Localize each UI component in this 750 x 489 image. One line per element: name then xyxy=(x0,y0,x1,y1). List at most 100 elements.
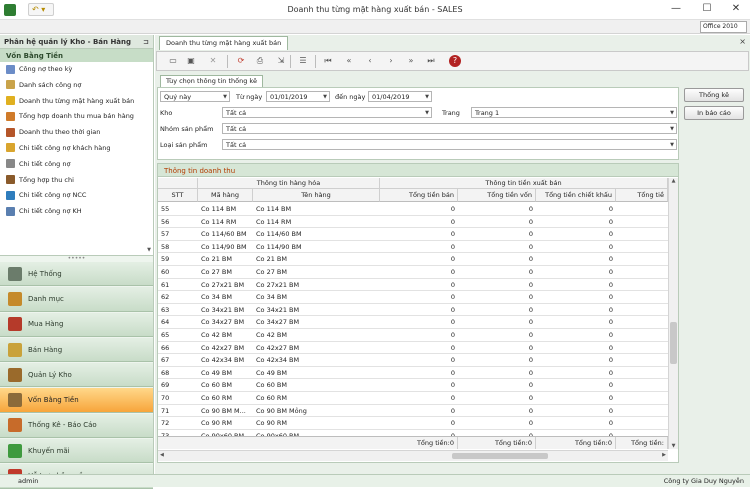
table-row[interactable]: 62 Co 34 BM Co 34 BM 0 0 0 xyxy=(158,291,668,304)
refresh-icon[interactable]: ⟳ xyxy=(235,55,247,67)
nav-promo[interactable]: Khuyến mãi xyxy=(0,439,153,464)
column-header[interactable]: Tổng tiền bán xyxy=(380,189,458,202)
report-list-item[interactable]: Chi tiết công nợ xyxy=(0,157,153,173)
nav-coins[interactable]: Vốn Bằng Tiền xyxy=(0,388,153,413)
table-row[interactable]: 59 Co 21 BM Co 21 BM 0 0 0 xyxy=(158,253,668,266)
table-cell: 0 xyxy=(450,419,455,428)
footer-total: Tổng tiền: xyxy=(616,437,668,449)
from-date-input[interactable]: 01/01/2019 ▼ xyxy=(266,91,330,102)
product-group-select[interactable]: Tất cả ▼ xyxy=(222,123,677,134)
prev-icon[interactable]: ‹ xyxy=(364,55,376,67)
list-icon[interactable]: ☰ xyxy=(297,55,309,67)
column-header[interactable]: Tổng tiền chiết khấu xyxy=(536,189,616,202)
report-list-item[interactable]: Công nợ theo kỳ xyxy=(0,62,153,78)
report-list-item[interactable]: Danh sách công nợ xyxy=(0,78,153,94)
print-report-button[interactable]: In báo cáo xyxy=(684,106,744,120)
filter-tab[interactable]: Tùy chọn thông tin thống kê xyxy=(160,75,263,87)
stats-button[interactable]: Thống kê xyxy=(684,88,744,102)
table-row[interactable]: 70 Co 60 RM Co 60 RM 0 0 0 xyxy=(158,392,668,405)
period-select[interactable]: Quý này ▼ xyxy=(160,91,230,102)
close-button[interactable]: ✕ xyxy=(722,2,750,17)
scroll-left-icon[interactable]: ◀ xyxy=(160,452,164,458)
grid-rows[interactable]: 55 Co 114 BM Co 114 BM 0 0 0 56 Co 114 RM Co 114… xyxy=(158,203,668,436)
list-scroll-down-icon[interactable]: ▼ xyxy=(147,247,151,253)
vertical-scroll-thumb[interactable] xyxy=(670,322,677,364)
table-row[interactable]: 66 Co 42x27 BM Co 42x27 BM 0 0 0 xyxy=(158,342,668,355)
close-tab-icon[interactable]: × xyxy=(739,37,746,46)
section-title: Vốn Bằng Tiền xyxy=(0,49,153,62)
nav-warehouse[interactable]: Quản Lý Kho xyxy=(0,363,153,388)
toolbar: ▭ ▣ ✕ ⟳ ⎙ ⇲ ☰ ⏮ « ‹ › » ⏭? xyxy=(156,51,749,71)
horizontal-scrollbar[interactable]: ◀ ▶ xyxy=(158,450,668,461)
report-list-item[interactable]: Chi tiết công nợ NCC xyxy=(0,188,153,204)
table-cell: Co 34x21 BM xyxy=(256,305,300,314)
table-row[interactable]: 67 Co 42x34 BM Co 42x34 BM 0 0 0 xyxy=(158,354,668,367)
column-header[interactable]: STT xyxy=(158,189,198,202)
table-row[interactable]: 56 Co 114 RM Co 114 RM 0 0 0 xyxy=(158,216,668,229)
scroll-up-icon[interactable]: ▲ xyxy=(669,178,678,184)
table-cell: Co 114 BM xyxy=(256,205,292,213)
minimize-button[interactable]: — xyxy=(662,2,690,17)
column-header[interactable]: Tên hàng xyxy=(253,189,380,202)
report-list-item[interactable]: Tổng hợp doanh thu mua bán hàng xyxy=(0,109,153,125)
maximize-button[interactable]: ☐ xyxy=(693,2,721,17)
table-row[interactable]: 60 Co 27 BM Co 27 BM 0 0 0 xyxy=(158,266,668,279)
table-row[interactable]: 64 Co 34x27 BM Co 34x27 BM 0 0 0 xyxy=(158,316,668,329)
revenue-grid-panel: Thông tin doanh thu Thông tin hàng hóa T… xyxy=(157,163,679,463)
save-icon[interactable]: ▣ xyxy=(185,55,197,67)
nav-hand-money[interactable]: Bán Hàng xyxy=(0,337,153,363)
product-type-select[interactable]: Tất cả ▼ xyxy=(222,139,677,150)
table-row[interactable]: 55 Co 114 BM Co 114 BM 0 0 0 xyxy=(158,203,668,216)
new-icon[interactable]: ▭ xyxy=(167,55,179,67)
table-row[interactable]: 69 Co 60 BM Co 60 BM 0 0 0 xyxy=(158,379,668,392)
table-row[interactable]: 58 Co 114/90 BM Co 114/90 BM 0 0 0 xyxy=(158,241,668,254)
table-cell: Co 34x27 BM xyxy=(256,318,300,327)
table-cell: 0 xyxy=(608,368,613,377)
vertical-scrollbar[interactable]: ▲ ▼ xyxy=(668,178,678,449)
help-icon[interactable]: ? xyxy=(449,55,461,67)
report-list-item[interactable]: Chi tiết công nợ KH xyxy=(0,204,153,220)
table-row[interactable]: 61 Co 27x21 BM Co 27x21 BM 0 0 0 xyxy=(158,279,668,292)
table-row[interactable]: 63 Co 34x21 BM Co 34x21 BM 0 0 0 xyxy=(158,304,668,317)
column-header[interactable]: Tổng tiền vốn xyxy=(458,189,536,202)
delete-icon[interactable]: ✕ xyxy=(207,55,219,67)
theme-selector[interactable]: Office 2010 xyxy=(700,21,747,33)
table-cell: Co 27x21 BM xyxy=(256,280,300,289)
scroll-down-icon[interactable]: ▼ xyxy=(669,443,678,449)
column-header[interactable]: Mã hàng xyxy=(198,189,253,202)
nav-label: Danh mục xyxy=(28,294,64,303)
nav-tools[interactable]: Hệ Thống xyxy=(0,262,153,287)
prev-page-icon[interactable]: « xyxy=(343,55,355,67)
table-row[interactable]: 68 Co 49 BM Co 49 BM 0 0 0 xyxy=(158,367,668,380)
nav-report[interactable]: Thống Kê - Báo Cáo xyxy=(0,413,153,439)
horizontal-scroll-thumb[interactable] xyxy=(452,453,548,459)
table-row[interactable]: 57 Co 114/60 BM Co 114/60 BM 0 0 0 xyxy=(158,228,668,241)
table-row[interactable]: 71 Co 90 BM M... Co 90 BM Mỏng 0 0 0 xyxy=(158,405,668,418)
nav-cart[interactable]: Mua Hàng xyxy=(0,312,153,337)
export-icon[interactable]: ⇲ xyxy=(275,55,287,67)
first-icon[interactable]: ⏮ xyxy=(322,55,334,67)
promo-icon xyxy=(8,443,22,458)
table-row[interactable]: 65 Co 42 BM Co 42 BM 0 0 0 xyxy=(158,329,668,342)
next-icon[interactable]: › xyxy=(385,55,397,67)
column-header[interactable]: Tổng tiề xyxy=(616,189,668,202)
table-cell: Co 27 BM xyxy=(201,268,232,276)
pencil-icon xyxy=(6,143,15,153)
report-list-item[interactable]: Chi tiết công nợ khách hàng xyxy=(0,141,153,157)
warehouse-select[interactable]: Tất cả ▼ xyxy=(222,107,432,118)
table-cell: 0 xyxy=(608,268,613,276)
last-icon[interactable]: ⏭ xyxy=(425,55,437,67)
report-list-item[interactable]: Tổng hợp thu chi xyxy=(0,173,153,189)
document-tab[interactable]: Doanh thu từng mặt hàng xuất bán xyxy=(159,36,289,50)
report-list-item[interactable]: Doanh thu từng mặt hàng xuất bán xyxy=(0,93,153,110)
page-select[interactable]: Trang 1 ▼ xyxy=(471,107,677,118)
to-date-input[interactable]: 01/04/2019 ▼ xyxy=(368,91,432,102)
report-list-item[interactable]: Doanh thu theo thời gian xyxy=(0,125,153,141)
panel-title: Phân hệ quản lý Kho - Bán Hàng xyxy=(4,38,132,46)
scroll-right-icon[interactable]: ▶ xyxy=(662,452,666,458)
print-icon[interactable]: ⎙ xyxy=(254,55,266,67)
pin-icon[interactable]: ⊐ xyxy=(143,38,149,46)
next-page-icon[interactable]: » xyxy=(405,55,417,67)
nav-folder[interactable]: Danh mục xyxy=(0,287,153,312)
table-row[interactable]: 72 Co 90 RM Co 90 RM 0 0 0 xyxy=(158,417,668,430)
